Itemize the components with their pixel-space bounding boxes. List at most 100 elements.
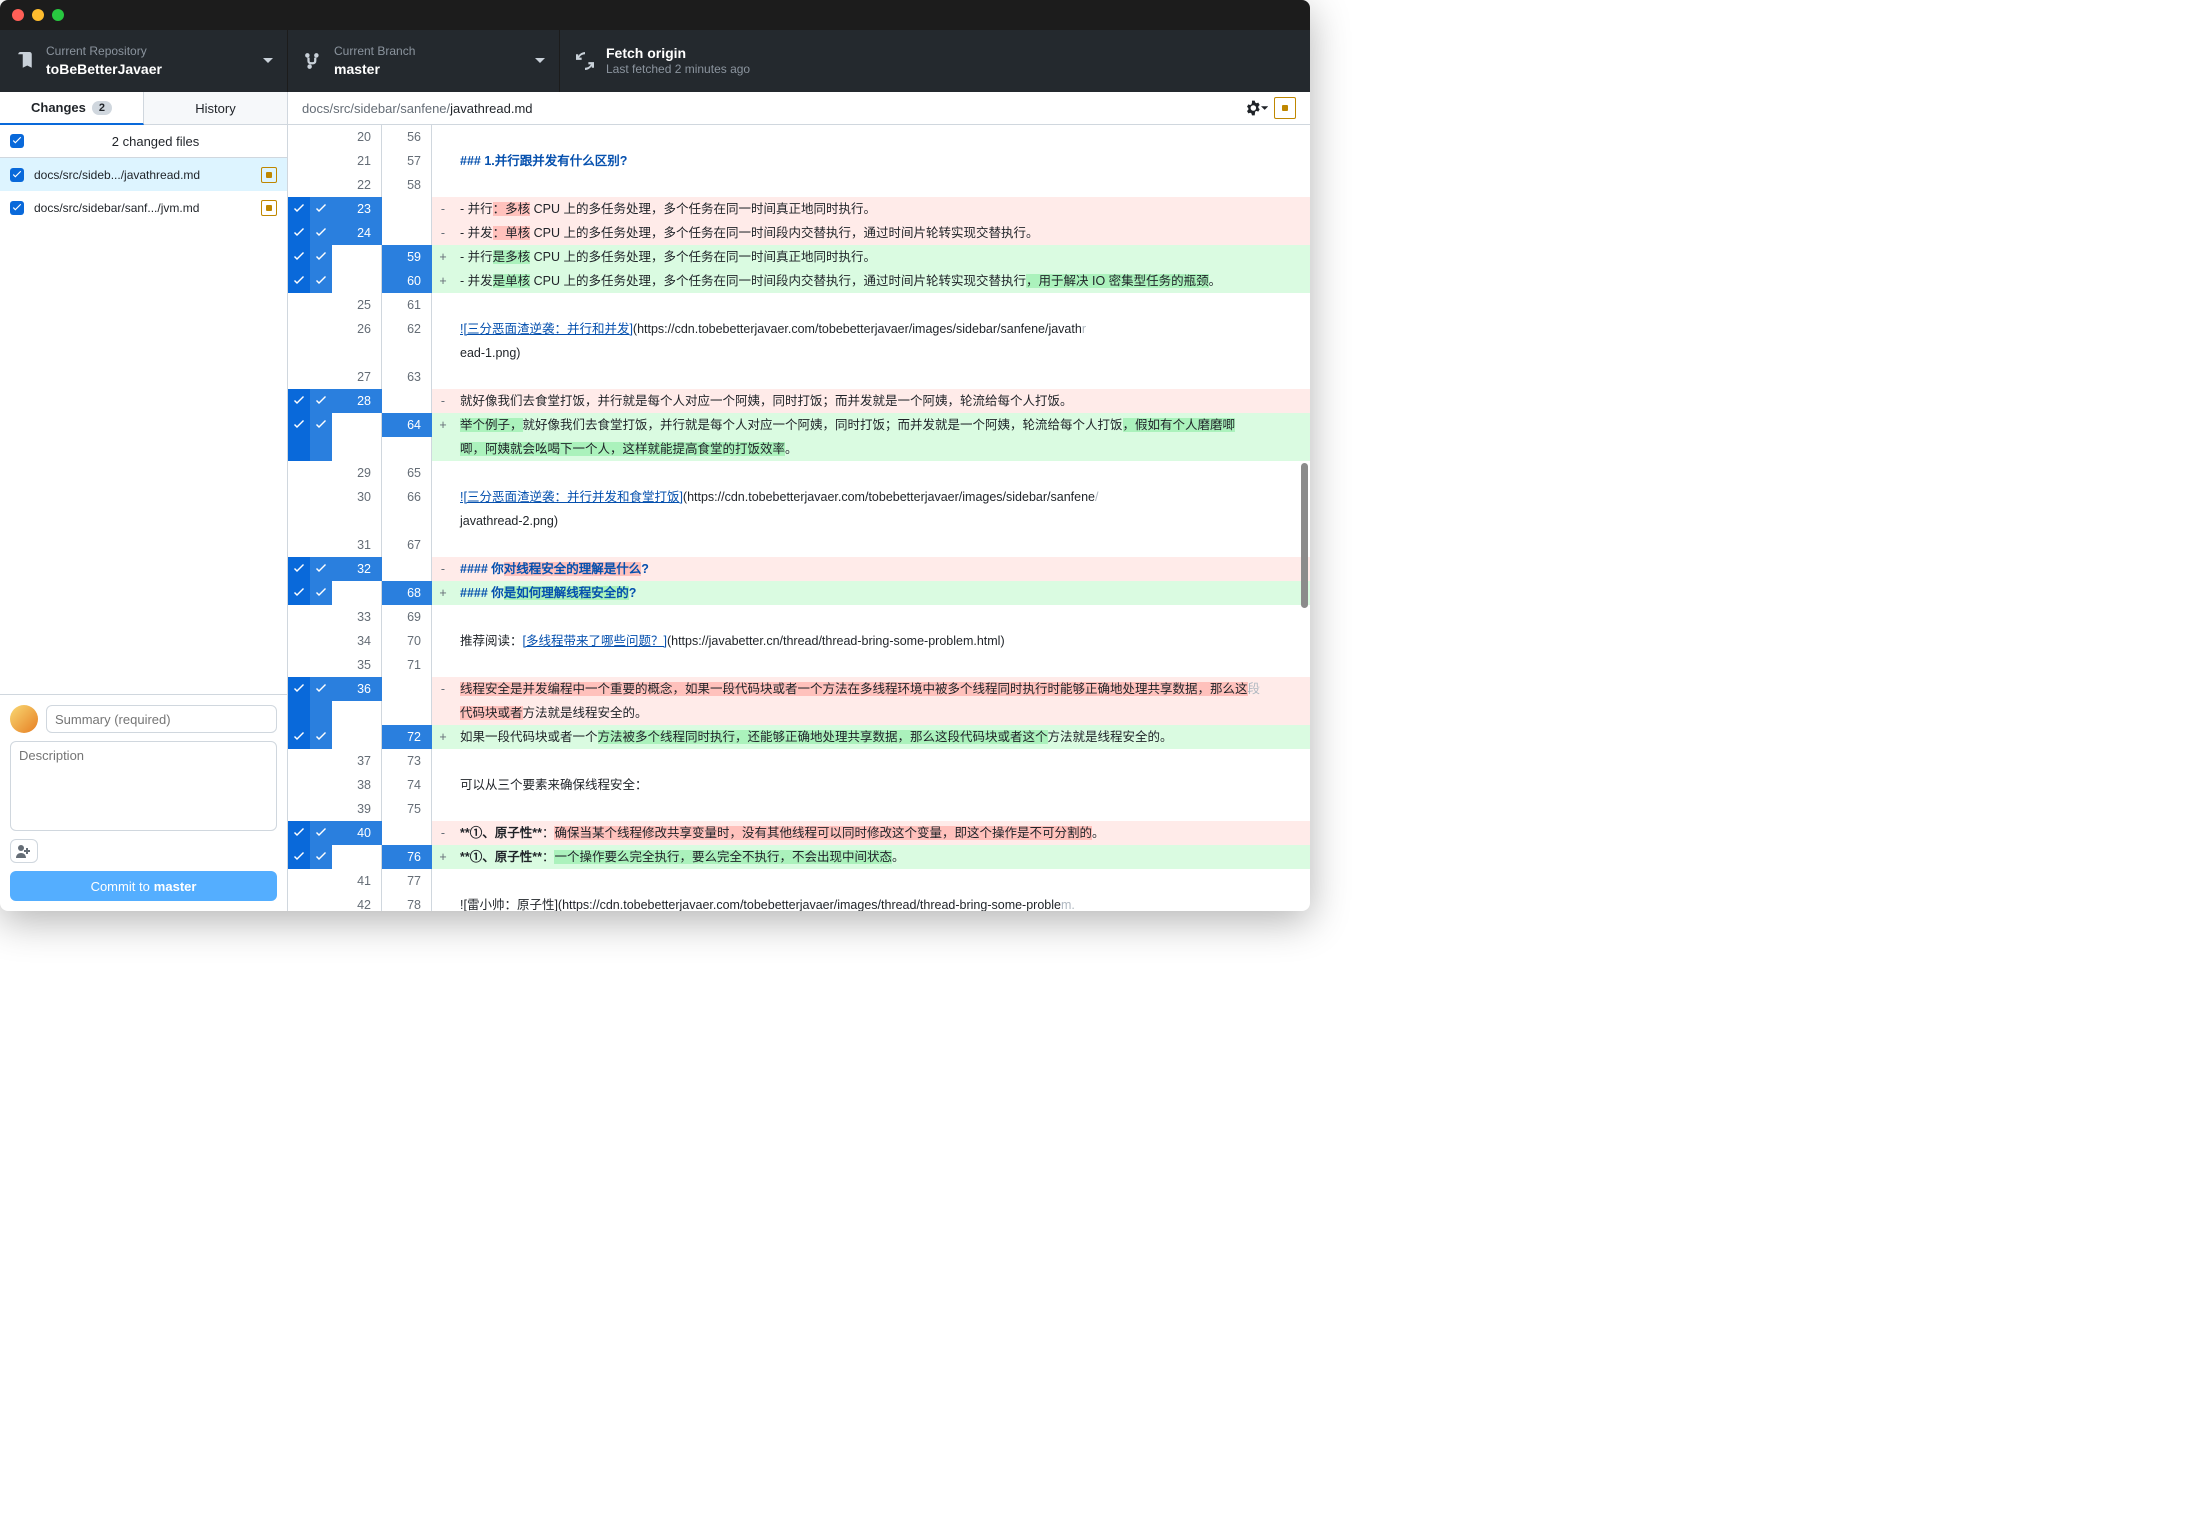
diff-line[interactable]: 40-**①、原子性**：确保当某个线程修改共享变量时，没有其他线程可以同时修改… <box>288 821 1310 845</box>
maximize-window[interactable] <box>52 9 64 21</box>
diff-settings-button[interactable] <box>1246 97 1268 119</box>
diff-marker: - <box>432 197 454 221</box>
fetch-button[interactable]: Fetch origin Last fetched 2 minutes ago <box>560 30 1310 92</box>
diff-line[interactable]: 2056 <box>288 125 1310 149</box>
path-bar: docs/src/sidebar/sanfene/javathread.md <box>288 92 1310 125</box>
file-path: docs/src/sideb.../javathread.md <box>34 168 251 182</box>
commit-button[interactable]: Commit to master <box>10 871 277 901</box>
diff-line[interactable]: 23-- 并行：多核 CPU 上的多任务处理，多个任务在同一时间真正地同时执行。 <box>288 197 1310 221</box>
diff-line[interactable]: 3571 <box>288 653 1310 677</box>
code-content: ead-1.png) <box>454 341 1310 365</box>
diff-line[interactable]: 3975 <box>288 797 1310 821</box>
old-line-no <box>332 845 382 869</box>
line-check[interactable] <box>310 557 332 581</box>
commit-description-input[interactable] <box>10 741 277 831</box>
diff-line[interactable]: 2965 <box>288 461 1310 485</box>
diff-line[interactable]: 2561 <box>288 293 1310 317</box>
line-check[interactable] <box>310 245 332 269</box>
line-check[interactable] <box>310 821 332 845</box>
diff-marker <box>432 173 454 197</box>
diff-line[interactable]: 4278![雷小帅：原子性](https://cdn.tobebetterjav… <box>288 893 1310 911</box>
line-check[interactable] <box>310 269 332 293</box>
code-content <box>454 125 1310 149</box>
code-content: 可以从三个要素来确保线程安全： <box>454 773 1310 797</box>
person-add-icon <box>16 844 32 858</box>
diff-line[interactable]: 76+**①、原子性**：一个操作要么完全执行，要么完全不执行，不会出现中间状态… <box>288 845 1310 869</box>
line-check[interactable] <box>310 845 332 869</box>
hunk-check[interactable] <box>288 581 310 605</box>
repo-selector[interactable]: Current Repository toBeBetterJavaer <box>0 30 288 92</box>
diff-line[interactable]: 2763 <box>288 365 1310 389</box>
diff-line[interactable]: 64+举个例子，就好像我们去食堂打饭，并行就是每个人对应一个阿姨，同时打饭；而并… <box>288 413 1310 437</box>
diff-marker <box>432 797 454 821</box>
tab-changes[interactable]: Changes 2 <box>0 92 144 125</box>
diff-line[interactable]: 3773 <box>288 749 1310 773</box>
diff-line[interactable]: 59+- 并行是多核 CPU 上的多任务处理，多个任务在同一时间真正地同时执行。 <box>288 245 1310 269</box>
old-line-no: 42 <box>332 893 382 911</box>
diff-line[interactable]: 4177 <box>288 869 1310 893</box>
hunk-check[interactable] <box>288 725 310 749</box>
diff-line[interactable]: 唧，阿姨就会吆喝下一个人，这样就能提高食堂的打饭效率。 <box>288 437 1310 461</box>
hunk-check[interactable] <box>288 677 310 701</box>
file-checkbox[interactable] <box>10 168 24 182</box>
diff-line[interactable]: 3470推荐阅读：[多线程带来了哪些问题？](https://javabette… <box>288 629 1310 653</box>
branch-selector[interactable]: Current Branch master <box>288 30 560 92</box>
hunk-check[interactable] <box>288 821 310 845</box>
diff-line[interactable]: 28-就好像我们去食堂打饭，并行就是每个人对应一个阿姨，同时打饭；而并发就是一个… <box>288 389 1310 413</box>
diff-line[interactable]: 3167 <box>288 533 1310 557</box>
chevron-down-icon <box>535 58 545 64</box>
diff-line[interactable]: ead-1.png) <box>288 341 1310 365</box>
commit-summary-input[interactable] <box>46 705 277 733</box>
line-check[interactable] <box>310 437 332 461</box>
file-checkbox[interactable] <box>10 201 24 215</box>
hunk-check[interactable] <box>288 269 310 293</box>
hunk-check[interactable] <box>288 413 310 437</box>
diff-line[interactable]: 32-#### 你对线程安全的理解是什么? <box>288 557 1310 581</box>
diff-line[interactable]: 68+#### 你是如何理解线程安全的? <box>288 581 1310 605</box>
line-check[interactable] <box>310 221 332 245</box>
old-line-no: 36 <box>332 677 382 701</box>
select-all-checkbox[interactable] <box>10 134 24 148</box>
old-line-no: 23 <box>332 197 382 221</box>
diff-marker: - <box>432 221 454 245</box>
code-content: ### 1.并行跟并发有什么区别? <box>454 149 1310 173</box>
hunk-check[interactable] <box>288 197 310 221</box>
scrollbar[interactable] <box>1301 463 1308 608</box>
hunk-check[interactable] <box>288 557 310 581</box>
diff-line[interactable]: 72+如果一段代码块或者一个方法被多个线程同时执行，还能够正确地处理共享数据，那… <box>288 725 1310 749</box>
diff-line[interactable]: 3874可以从三个要素来确保线程安全： <box>288 773 1310 797</box>
line-check[interactable] <box>310 581 332 605</box>
hunk-check[interactable] <box>288 701 310 725</box>
diff-line[interactable]: 36-线程安全是并发编程中一个重要的概念，如果一段代码块或者一个方法在多线程环境… <box>288 677 1310 701</box>
expand-diff-button[interactable] <box>1274 97 1296 119</box>
hunk-check[interactable] <box>288 845 310 869</box>
tab-history[interactable]: History <box>144 92 287 125</box>
diff-line[interactable]: 2157### 1.并行跟并发有什么区别? <box>288 149 1310 173</box>
line-check[interactable] <box>310 389 332 413</box>
minimize-window[interactable] <box>32 9 44 21</box>
line-check[interactable] <box>310 725 332 749</box>
line-check[interactable] <box>310 413 332 437</box>
line-check[interactable] <box>310 197 332 221</box>
add-coauthor-button[interactable] <box>10 839 38 863</box>
diff-line[interactable]: 3369 <box>288 605 1310 629</box>
line-check[interactable] <box>310 701 332 725</box>
hunk-check[interactable] <box>288 389 310 413</box>
file-item[interactable]: docs/src/sidebar/sanf.../jvm.md <box>0 191 287 224</box>
diff-line[interactable]: 代码块或者方法就是线程安全的。 <box>288 701 1310 725</box>
code-content: #### 你对线程安全的理解是什么? <box>454 557 1310 581</box>
diff-marker <box>432 773 454 797</box>
diff-line[interactable]: 2258 <box>288 173 1310 197</box>
close-window[interactable] <box>12 9 24 21</box>
diff-view[interactable]: 20562157### 1.并行跟并发有什么区别?2258 23-- 并行：多核… <box>288 125 1310 911</box>
diff-line[interactable]: 3066![三分恶面渣逆袭：并行并发和食堂打饭](https://cdn.tob… <box>288 485 1310 509</box>
hunk-check[interactable] <box>288 245 310 269</box>
line-check[interactable] <box>310 677 332 701</box>
hunk-check[interactable] <box>288 437 310 461</box>
diff-line[interactable]: 2662![三分恶面渣逆袭：并行和并发](https://cdn.tobebet… <box>288 317 1310 341</box>
diff-line[interactable]: javathread-2.png) <box>288 509 1310 533</box>
diff-line[interactable]: 24-- 并发：单核 CPU 上的多任务处理，多个任务在同一时间段内交替执行，通… <box>288 221 1310 245</box>
diff-line[interactable]: 60+- 并发是单核 CPU 上的多任务处理，多个任务在同一时间段内交替执行，通… <box>288 269 1310 293</box>
hunk-check[interactable] <box>288 221 310 245</box>
file-item[interactable]: docs/src/sideb.../javathread.md <box>0 158 287 191</box>
